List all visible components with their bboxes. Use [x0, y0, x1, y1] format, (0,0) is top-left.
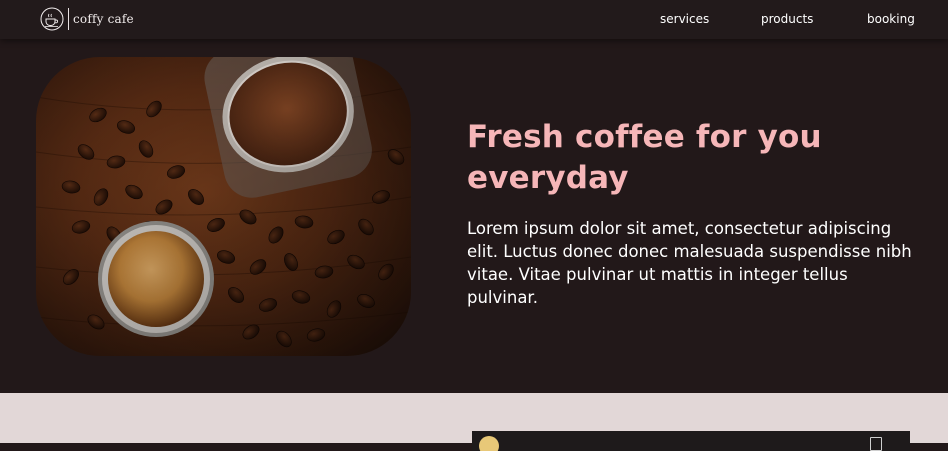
next-section	[0, 393, 948, 451]
hero-description: Lorem ipsum dolor sit amet, consectetur …	[467, 219, 912, 307]
logo-divider	[68, 8, 69, 30]
brand-logo-link[interactable]: coffy cafe	[40, 7, 134, 31]
channel-avatar	[479, 436, 499, 451]
brand-name: coffy cafe	[73, 12, 134, 26]
hero-section: Fresh coffee for you everyday Lorem ipsu…	[0, 39, 948, 393]
share-icon[interactable]	[870, 437, 882, 451]
video-preview-card[interactable]	[472, 431, 910, 451]
coffee-cup-logo-icon	[40, 7, 64, 31]
nav-link-booking[interactable]: booking	[867, 12, 915, 26]
nav-link-services[interactable]: services	[660, 12, 709, 26]
hero-coffee-image	[36, 57, 411, 356]
nav-link-products[interactable]: products	[761, 12, 813, 26]
top-navbar: coffy cafe services products booking	[0, 0, 948, 39]
hero-title: Fresh coffee for you everyday	[467, 119, 822, 196]
